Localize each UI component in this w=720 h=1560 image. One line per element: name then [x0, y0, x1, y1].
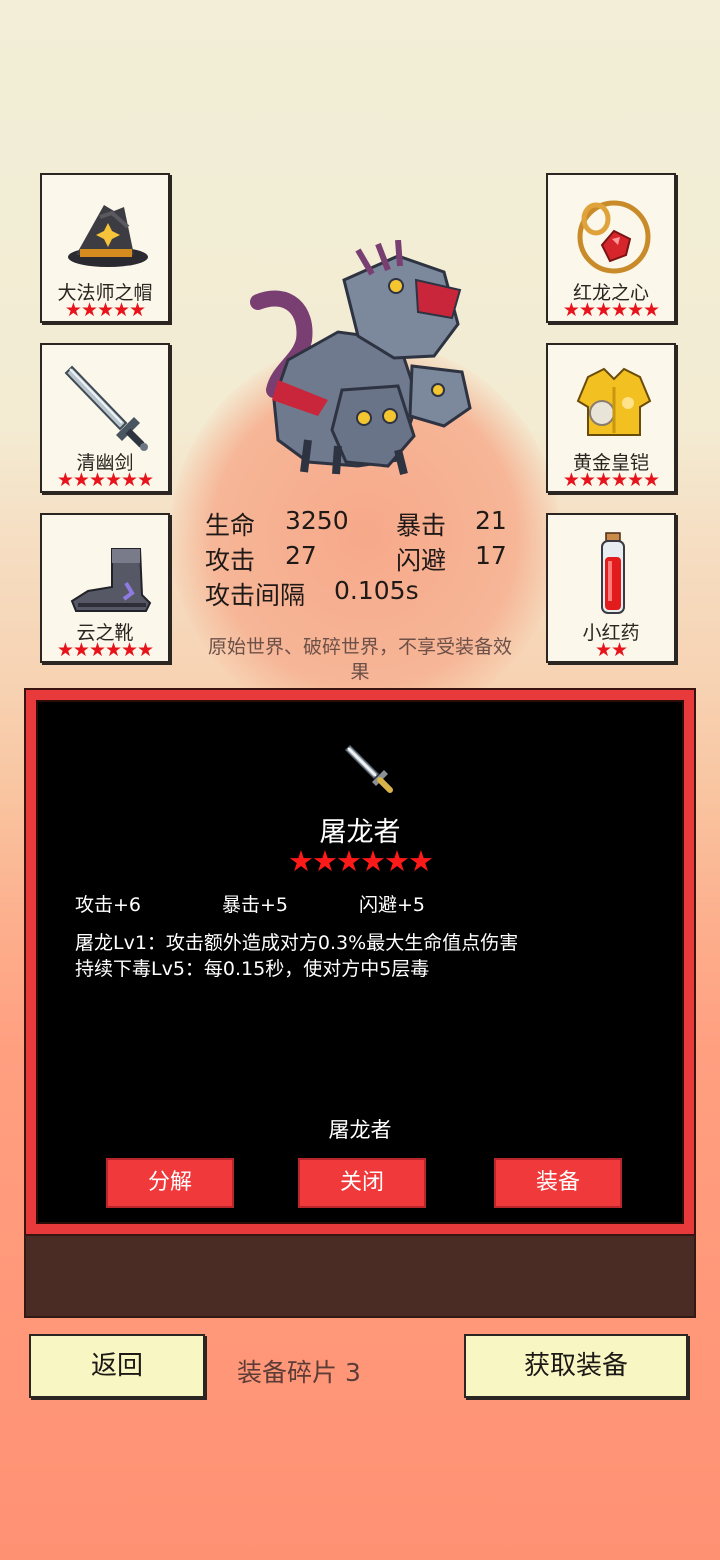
item-attr-crit: 暴击+5 — [222, 894, 289, 916]
equipment-shards-count: 装备碎片 3 — [237, 1358, 361, 1387]
equip-slot-sword[interactable]: 清幽剑 ★★★★★★ — [40, 343, 170, 493]
equip-stars: ★★★★★★ — [562, 469, 660, 491]
stat-dodge-value: 17 — [475, 541, 507, 570]
get-equipment-button[interactable]: 获取装备 — [464, 1334, 688, 1398]
three-headed-dragon-icon — [250, 240, 472, 475]
stat-dodge-label: 闪避 — [396, 546, 447, 575]
stat-hp-value: 3250 — [285, 506, 349, 535]
wizard-hat-icon — [68, 205, 148, 267]
equip-stars: ★★★★★ — [64, 299, 146, 321]
stat-atk-value: 27 — [285, 541, 317, 570]
item-footer-name: 屠龙者 — [328, 1118, 392, 1142]
red-gem-amulet-icon — [577, 200, 651, 274]
close-button[interactable]: 关闭 — [298, 1158, 426, 1208]
item-attr-dodge: 闪避+5 — [359, 894, 426, 916]
stat-atk-label: 攻击 — [205, 546, 256, 575]
item-detail-panel: 屠龙者 ★★★★★★ 攻击+6 暴击+5 闪避+5 屠龙Lv1：攻击额外造成对方… — [24, 688, 696, 1236]
sword-icon — [64, 365, 148, 451]
equip-slot-red-potion[interactable]: 小红药 ★★ — [546, 513, 676, 663]
red-potion-icon — [601, 532, 625, 614]
item-detail-body: 屠龙者 ★★★★★★ 攻击+6 暴击+5 闪避+5 屠龙Lv1：攻击额外造成对方… — [36, 700, 684, 1224]
equip-stars: ★★★★★★ — [56, 469, 154, 491]
equipment-effect-note: 原始世界、破碎世界，不享受装备效果 — [207, 636, 512, 683]
equip-slot-wizard-hat[interactable]: 大法师之帽 ★★★★★ — [40, 173, 170, 323]
stat-crit-value: 21 — [475, 506, 507, 535]
equip-stars: ★★ — [594, 639, 628, 661]
equip-slot-golden-armor[interactable]: 黄金皇铠 ★★★★★★ — [546, 343, 676, 493]
equip-slot-boots[interactable]: 云之靴 ★★★★★★ — [40, 513, 170, 663]
stat-crit-label: 暴击 — [396, 511, 447, 540]
item-description: 屠龙Lv1：攻击额外造成对方0.3%最大生命值点伤害 持续下毒Lv5：每0.15… — [75, 930, 518, 982]
equip-stars: ★★★★★★ — [562, 299, 660, 321]
golden-armor-icon — [576, 367, 652, 436]
dagger-icon — [344, 744, 393, 793]
equip-button[interactable]: 装备 — [494, 1158, 622, 1208]
item-stars: ★★★★★★ — [288, 844, 434, 878]
ground-strip — [24, 1236, 696, 1318]
boots-icon — [70, 548, 152, 612]
equip-stars: ★★★★★★ — [56, 639, 154, 661]
decompose-button[interactable]: 分解 — [106, 1158, 234, 1208]
item-skill-line: 屠龙Lv1：攻击额外造成对方0.3%最大生命值点伤害 — [75, 932, 519, 954]
stat-hp-label: 生命 — [205, 511, 256, 540]
equip-slot-dragon-heart[interactable]: 红龙之心 ★★★★★★ — [546, 173, 676, 323]
item-attr-attack: 攻击+6 — [75, 894, 142, 916]
stat-interval-value: 0.105s — [334, 576, 419, 605]
item-skill-line: 持续下毒Lv5：每0.15秒，使对方中5层毒 — [75, 958, 430, 980]
back-button[interactable]: 返回 — [29, 1334, 205, 1398]
stat-interval-label: 攻击间隔 — [205, 581, 306, 610]
